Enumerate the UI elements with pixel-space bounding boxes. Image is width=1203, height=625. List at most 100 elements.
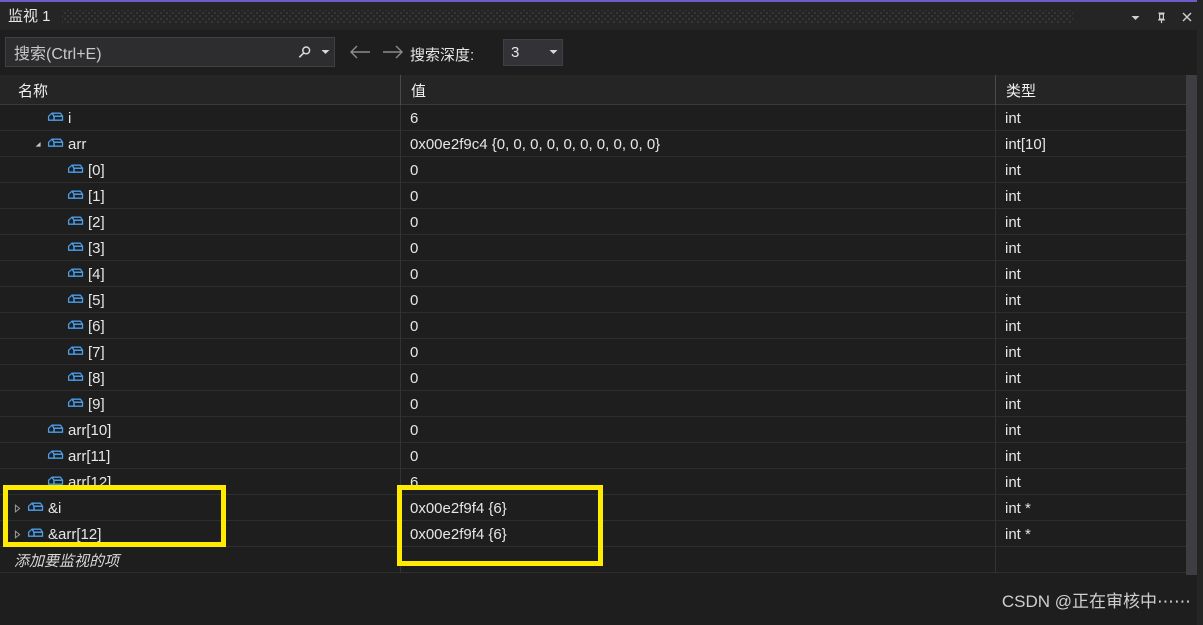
row-value-cell[interactable]: 0 <box>400 339 995 365</box>
row-name-label: [1] <box>88 187 105 205</box>
row-value-cell[interactable]: 0 <box>400 417 995 443</box>
variable-box-icon <box>64 215 86 230</box>
row-name-cell[interactable]: &arr[12] <box>0 521 400 547</box>
search-dropdown-icon[interactable] <box>316 49 334 55</box>
variable-box-icon <box>44 137 66 152</box>
row-name-cell[interactable]: arr[12] <box>0 469 400 495</box>
table-row[interactable]: [3] 0 int <box>0 235 1203 261</box>
row-value-cell[interactable]: 0 <box>400 365 995 391</box>
table-row[interactable]: [4] 0 int <box>0 261 1203 287</box>
drag-handle[interactable] <box>62 10 1073 24</box>
close-icon[interactable] <box>1175 5 1199 29</box>
row-value-cell[interactable]: 0 <box>400 183 995 209</box>
variable-box-icon <box>64 189 86 204</box>
row-name-cell[interactable]: &i <box>0 495 400 521</box>
row-value-cell[interactable]: 0 <box>400 391 995 417</box>
variable-box-icon <box>64 241 86 256</box>
add-watch-row[interactable]: 添加要监视的项 <box>0 547 1203 573</box>
row-type-cell: int <box>995 313 1185 339</box>
row-name-label: arr[10] <box>68 421 112 439</box>
search-icon[interactable] <box>292 45 316 60</box>
table-row[interactable]: [7] 0 int <box>0 339 1203 365</box>
chevron-right-icon[interactable] <box>10 495 24 521</box>
table-row[interactable]: [9] 0 int <box>0 391 1203 417</box>
row-name-cell[interactable]: [8] <box>0 365 400 391</box>
row-name-cell[interactable]: arr[10] <box>0 417 400 443</box>
row-value-cell[interactable]: 0 <box>400 157 995 183</box>
row-value-cell[interactable]: 0 <box>400 313 995 339</box>
row-name-label: &i <box>48 499 62 517</box>
row-type-cell: int <box>995 287 1185 313</box>
row-name-cell[interactable]: arr <box>0 131 400 157</box>
row-name-label: [0] <box>88 161 105 179</box>
row-value-cell[interactable]: 6 <box>400 105 995 131</box>
row-name-cell[interactable]: [2] <box>0 209 400 235</box>
pin-icon[interactable] <box>1149 5 1173 29</box>
table-row[interactable]: [6] 0 int <box>0 313 1203 339</box>
row-value-cell[interactable]: 0x00e2f9c4 {0, 0, 0, 0, 0, 0, 0, 0, 0, 0… <box>400 131 995 157</box>
row-name-cell[interactable]: i <box>0 105 400 131</box>
variable-box-icon <box>64 267 86 282</box>
variable-box-icon <box>64 319 86 334</box>
row-name-cell[interactable]: [5] <box>0 287 400 313</box>
search-depth-value: 3 <box>511 44 520 61</box>
row-name-cell[interactable]: [0] <box>0 157 400 183</box>
column-header-type[interactable]: 类型 <box>995 75 1185 105</box>
row-name-cell[interactable]: [1] <box>0 183 400 209</box>
table-row[interactable]: arr[12] 6 int <box>0 469 1203 495</box>
row-name-cell[interactable]: [7] <box>0 339 400 365</box>
table-row[interactable]: arr[10] 0 int <box>0 417 1203 443</box>
row-type-cell: int * <box>995 521 1185 547</box>
table-row[interactable]: [1] 0 int <box>0 183 1203 209</box>
chevron-down-icon[interactable] <box>544 48 562 57</box>
table-row[interactable]: arr 0x00e2f9c4 {0, 0, 0, 0, 0, 0, 0, 0, 0… <box>0 131 1203 157</box>
search-input[interactable]: 搜索(Ctrl+E) <box>6 40 292 64</box>
row-name-label: arr[12] <box>68 473 112 491</box>
row-value-cell[interactable]: 0 <box>400 209 995 235</box>
column-header-name[interactable]: 名称 <box>8 75 400 105</box>
row-name-cell[interactable]: [3] <box>0 235 400 261</box>
table-row[interactable]: &arr[12] 0x00e2f9f4 {6} int * <box>0 521 1203 547</box>
chevron-down-icon[interactable] <box>30 131 44 157</box>
row-name-cell[interactable]: [9] <box>0 391 400 417</box>
table-row[interactable]: [0] 0 int <box>0 157 1203 183</box>
chevron-down-icon[interactable] <box>1123 5 1147 29</box>
footer: CSDN @正在审核中⋯⋯ <box>0 575 1203 625</box>
search-depth-select[interactable]: 3 <box>503 39 563 66</box>
row-name-cell[interactable]: [4] <box>0 261 400 287</box>
add-watch-placeholder[interactable]: 添加要监视的项 <box>14 547 119 573</box>
table-row[interactable]: [8] 0 int <box>0 365 1203 391</box>
table-row[interactable]: i 6 int <box>0 105 1203 131</box>
table-row[interactable]: arr[11] 0 int <box>0 443 1203 469</box>
variable-box-icon <box>24 501 46 516</box>
row-value-cell[interactable]: 6 <box>400 469 995 495</box>
grid-header: 名称 值 类型 <box>0 75 1203 105</box>
variable-box-icon <box>24 527 46 542</box>
column-header-value[interactable]: 值 <box>400 75 995 105</box>
table-row[interactable]: [2] 0 int <box>0 209 1203 235</box>
arrow-left-icon[interactable] <box>348 44 372 62</box>
row-name-cell[interactable]: arr[11] <box>0 443 400 469</box>
row-type-cell: int <box>995 391 1185 417</box>
row-value-cell[interactable]: 0x00e2f9f4 {6} <box>400 495 995 521</box>
arrow-right-icon[interactable] <box>381 44 405 62</box>
row-value-cell[interactable]: 0 <box>400 443 995 469</box>
row-name-label: [3] <box>88 239 105 257</box>
table-row[interactable]: [5] 0 int <box>0 287 1203 313</box>
row-value-cell[interactable]: 0 <box>400 235 995 261</box>
row-name-cell[interactable]: [6] <box>0 313 400 339</box>
row-type-cell: int <box>995 443 1185 469</box>
variable-box-icon <box>44 449 66 464</box>
row-name-label: arr <box>68 135 87 153</box>
chevron-right-icon[interactable] <box>10 521 24 547</box>
row-value-cell[interactable]: 0 <box>400 287 995 313</box>
row-value-cell[interactable]: 0x00e2f9f4 {6} <box>400 521 995 547</box>
search-box[interactable]: 搜索(Ctrl+E) <box>5 37 335 67</box>
table-row[interactable]: &i 0x00e2f9f4 {6} int * <box>0 495 1203 521</box>
row-value-cell[interactable]: 0 <box>400 261 995 287</box>
